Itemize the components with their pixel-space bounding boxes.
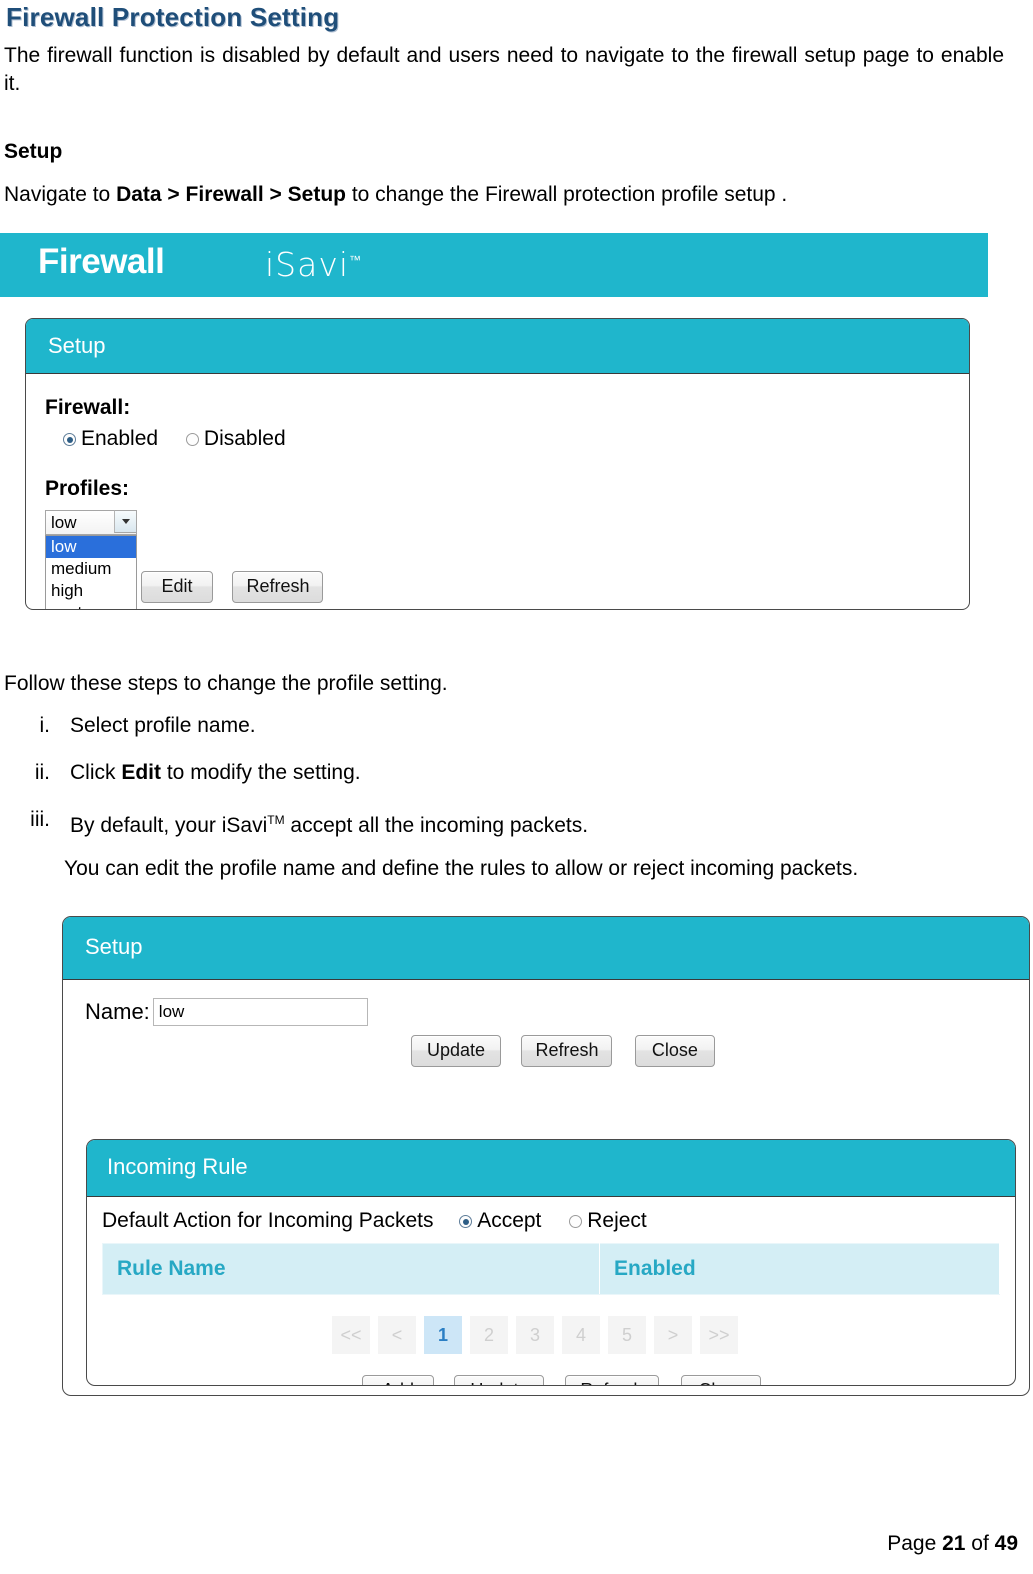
radio-reject-icon[interactable] — [569, 1215, 583, 1228]
step-3-marker: iii. — [30, 808, 50, 831]
pagination-page-1[interactable]: 1 — [424, 1316, 462, 1354]
default-action-label: Default Action for Incoming Packets — [102, 1209, 434, 1232]
page-title: Firewall Protection Setting — [6, 2, 340, 32]
step-1-marker: i. — [39, 714, 51, 737]
pagination-page-3[interactable]: 3 — [516, 1316, 554, 1354]
footer-mid: of — [965, 1532, 995, 1555]
pagination-page-2[interactable]: 2 — [470, 1316, 508, 1354]
radio-accept-icon[interactable] — [459, 1215, 473, 1228]
firewall-radio-group: Enabled Disabled — [63, 427, 308, 451]
pagination-first[interactable]: << — [332, 1316, 370, 1354]
update-button[interactable]: Update — [411, 1035, 501, 1067]
pagination-last[interactable]: >> — [700, 1316, 738, 1354]
navigate-instruction: Navigate to Data > Firewall > Setup to c… — [4, 181, 1014, 209]
pagination-next[interactable]: > — [654, 1316, 692, 1354]
default-action-row: Default Action for Incoming Packets Acce… — [102, 1209, 669, 1233]
setup-panel-1-buttons: Edit Refresh — [141, 571, 324, 603]
radio-reject-label: Reject — [587, 1209, 647, 1232]
follow-steps-line: Follow these steps to change the profile… — [4, 672, 448, 695]
step-2-bold: Edit — [121, 761, 162, 784]
section-heading-setup: Setup — [4, 140, 63, 163]
pagination-page-5[interactable]: 5 — [608, 1316, 646, 1354]
step-3-prefix: By default, your iSavi — [70, 814, 268, 837]
name-label: Name: — [85, 999, 150, 1024]
radio-enabled-label: Enabled — [81, 427, 159, 450]
refresh-button-3[interactable]: Refresh — [564, 1375, 659, 1385]
radio-enabled-icon[interactable] — [63, 433, 76, 446]
trademark-icon: ™ — [349, 253, 363, 267]
setup-panel-1-header: Setup — [26, 319, 969, 374]
edit-button[interactable]: Edit — [141, 571, 213, 603]
add-button[interactable]: Add — [362, 1375, 434, 1385]
profiles-selected-value: low — [51, 512, 77, 532]
profiles-select-box[interactable]: low — [45, 510, 137, 535]
incoming-rule-header: Incoming Rule — [87, 1140, 1015, 1197]
incoming-rule-body: Default Action for Incoming Packets Acce… — [87, 1197, 1015, 1385]
name-field-row: Name: low — [85, 998, 368, 1026]
page-footer: Page 21 of 49 — [887, 1532, 1018, 1556]
setup-panel-2-header: Setup — [63, 917, 1029, 980]
firewall-banner: Firewall iSavi™ — [0, 233, 988, 297]
pagination-page-4[interactable]: 4 — [562, 1316, 600, 1354]
profiles-select[interactable]: low low medium high custom — [45, 510, 137, 609]
setup-panel-1: Setup Firewall: Enabled Disabled Profile… — [25, 318, 970, 610]
navigate-suffix: to change the Firewall protection profil… — [346, 183, 788, 206]
footer-page-number: 21 — [942, 1532, 966, 1555]
refresh-button[interactable]: Refresh — [232, 571, 324, 603]
navigate-prefix: Navigate to — [4, 183, 117, 206]
step-item-2: ii. Click Edit to modify the setting. — [4, 759, 1004, 787]
radio-option-enabled[interactable]: Enabled — [63, 427, 158, 450]
chevron-down-icon[interactable] — [114, 510, 137, 533]
setup-panel-2: Setup Name: low Update Refresh Close Inc… — [62, 916, 1030, 1396]
incoming-rule-buttons: Add Update Refresh Close — [362, 1375, 762, 1385]
profiles-label: Profiles: — [45, 477, 130, 500]
step-3-trademark: TM — [267, 813, 285, 827]
setup-panel-1-body: Firewall: Enabled Disabled Profiles: low… — [26, 374, 969, 609]
radio-disabled-icon[interactable] — [185, 433, 199, 446]
step-2-suffix: to modify the setting. — [161, 761, 361, 784]
navigate-path: Data > Firewall > Setup — [116, 183, 346, 206]
column-header-enabled: Enabled — [599, 1243, 1000, 1295]
step-item-3: iii. By default, your iSaviTM accept all… — [4, 806, 1004, 840]
step-2-marker: ii. — [34, 761, 50, 784]
steps-list: i. Select profile name. ii. Click Edit t… — [4, 712, 1004, 859]
step-3-suffix: accept all the incoming packets. — [284, 814, 589, 837]
radio-disabled-label: Disabled — [203, 427, 286, 450]
setup-panel-2-buttons: Update Refresh Close — [411, 1035, 715, 1067]
update-button-2[interactable]: Update — [454, 1375, 545, 1385]
isavi-logo-text: iSavi — [265, 245, 350, 284]
profiles-option-custom[interactable]: custom — [46, 602, 136, 609]
step-1-text: Select profile name. — [70, 714, 256, 737]
rules-table-header-row: Rule Name Enabled — [102, 1243, 1000, 1295]
column-header-rule-name: Rule Name — [102, 1243, 600, 1295]
radio-option-disabled[interactable]: Disabled — [185, 427, 286, 450]
radio-option-accept[interactable]: Accept — [459, 1209, 541, 1232]
isavi-logo: iSavi™ — [265, 245, 362, 284]
setup-panel-2-body: Name: low Update Refresh Close Incoming … — [63, 980, 1029, 1395]
intro-paragraph: The firewall function is disabled by def… — [4, 44, 1004, 95]
refresh-button-2[interactable]: Refresh — [521, 1035, 613, 1067]
banner-title: Firewall — [38, 242, 165, 281]
pagination: << < 1 2 3 4 5 > >> — [332, 1316, 738, 1354]
footer-total-pages: 49 — [994, 1532, 1018, 1555]
rules-table: Rule Name Enabled — [102, 1243, 1000, 1295]
incoming-rule-panel: Incoming Rule Default Action for Incomin… — [86, 1139, 1016, 1386]
profiles-option-list[interactable]: low medium high custom — [45, 535, 137, 609]
close-button[interactable]: Close — [634, 1035, 715, 1067]
pagination-prev[interactable]: < — [378, 1316, 416, 1354]
step-item-1: i. Select profile name. — [4, 712, 1004, 740]
name-input[interactable]: low — [152, 998, 368, 1026]
close-button-2[interactable]: Close — [681, 1375, 762, 1385]
footer-prefix: Page — [887, 1532, 943, 1555]
radio-option-reject[interactable]: Reject — [569, 1209, 647, 1232]
profiles-option-medium[interactable]: medium — [46, 558, 136, 580]
firewall-label: Firewall: — [45, 396, 131, 419]
substep-note: You can edit the profile name and define… — [64, 857, 859, 880]
profiles-option-low[interactable]: low — [46, 536, 136, 558]
radio-accept-label: Accept — [477, 1209, 542, 1232]
profiles-option-high[interactable]: high — [46, 580, 136, 602]
step-2-prefix: Click — [70, 761, 122, 784]
